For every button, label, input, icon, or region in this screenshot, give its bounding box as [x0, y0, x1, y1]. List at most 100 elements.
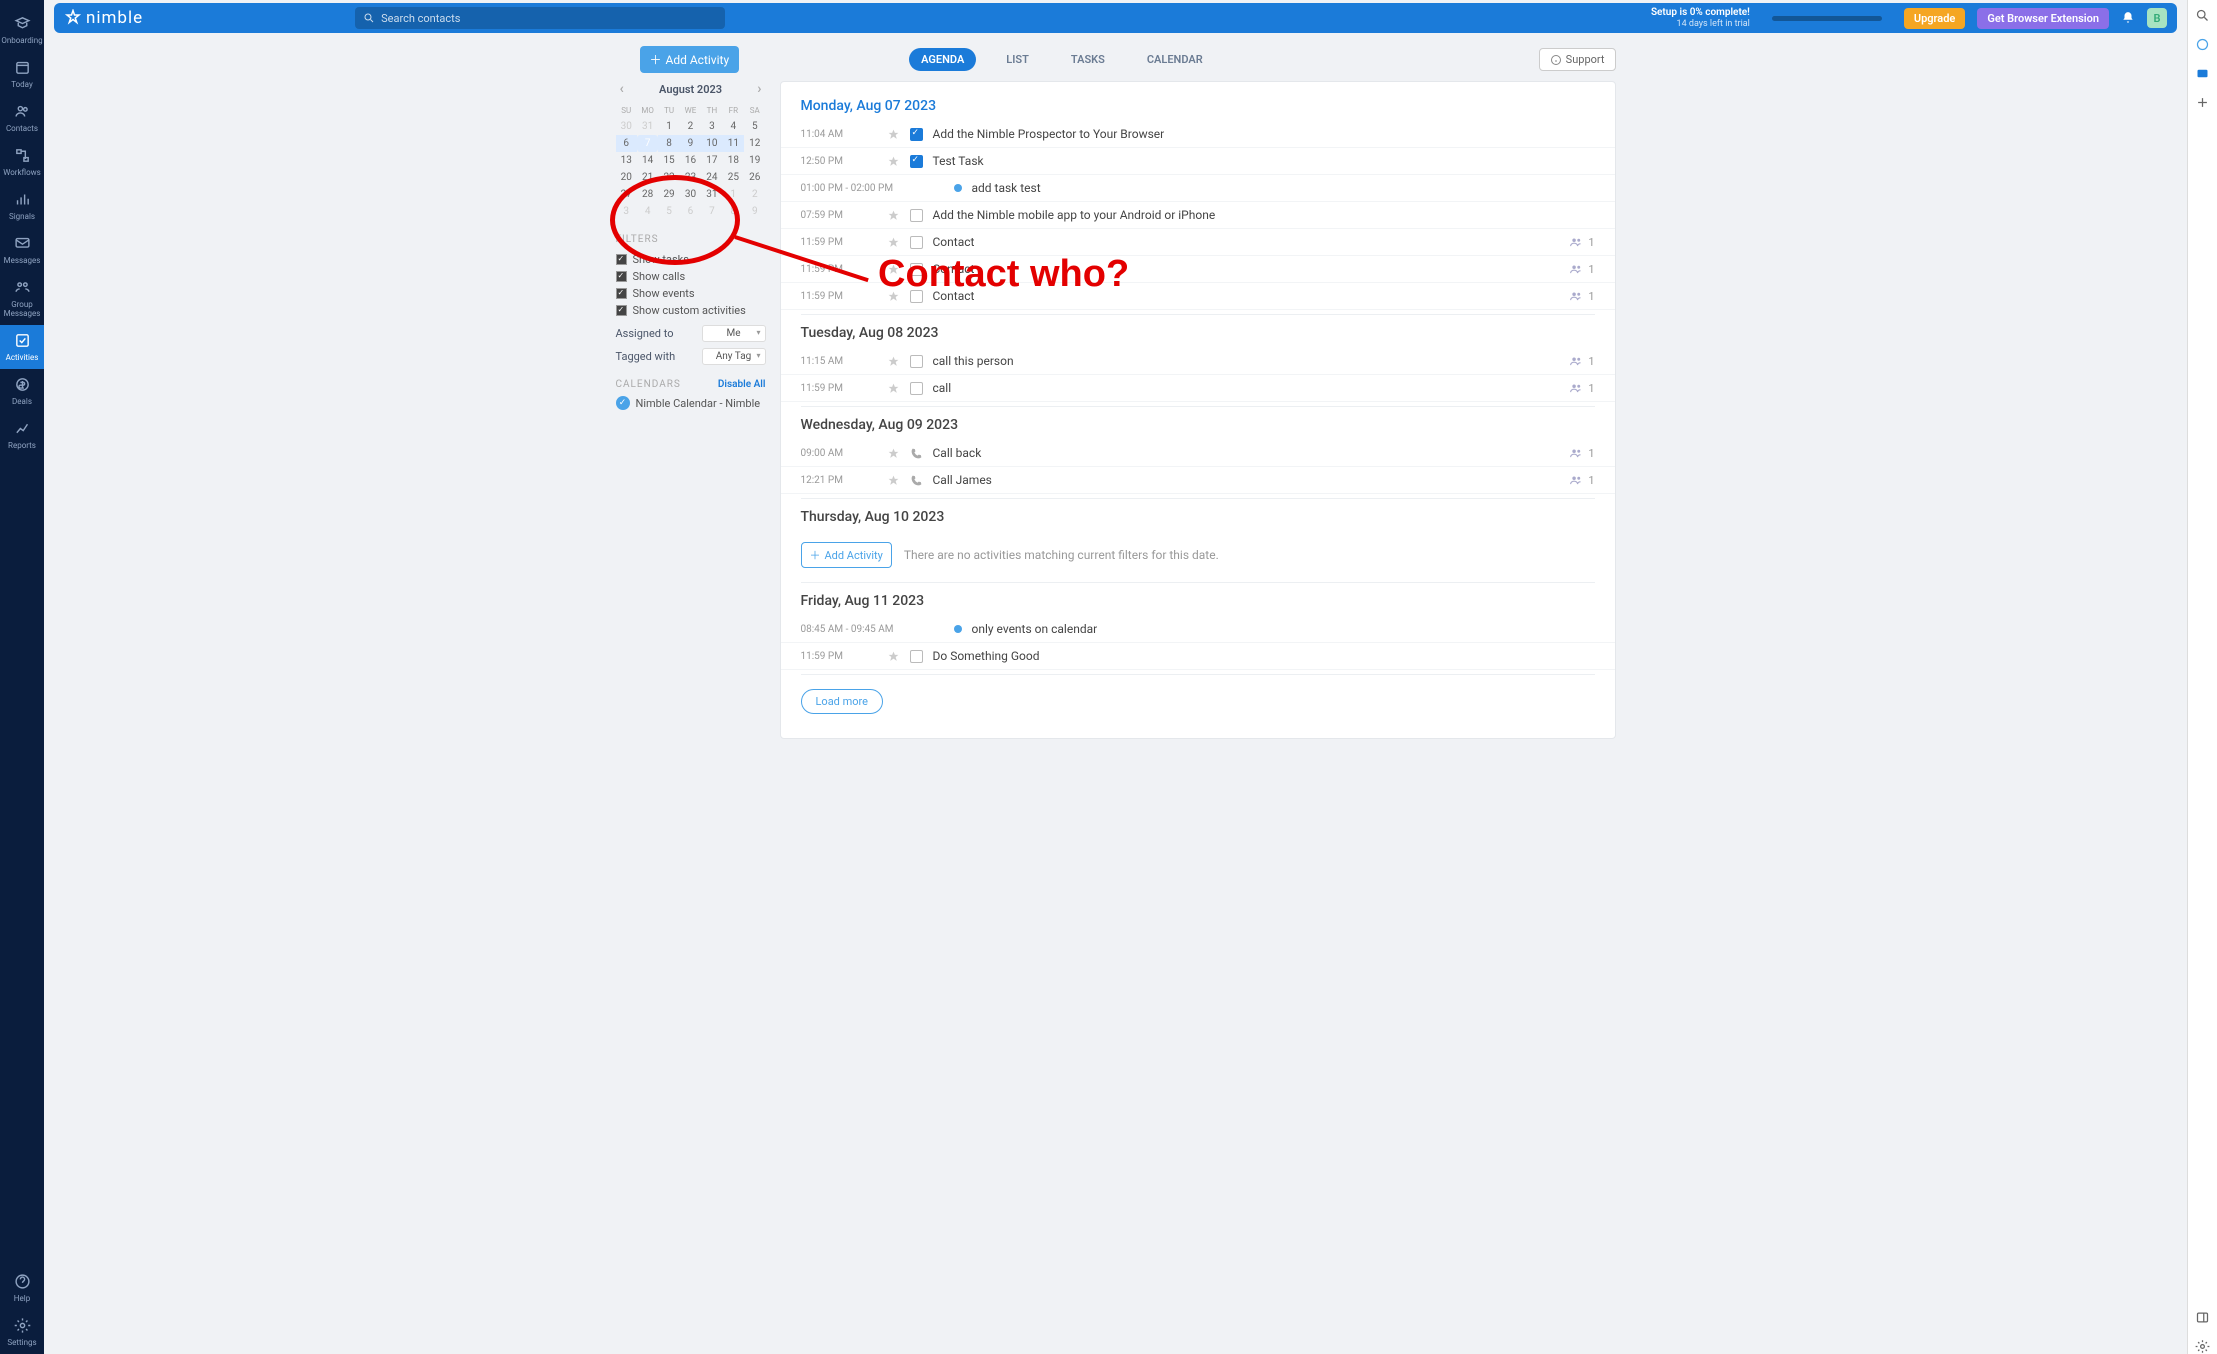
calendar-day[interactable]: 8 — [723, 203, 744, 220]
calendar-day[interactable]: 12 — [744, 135, 765, 152]
activity-row[interactable]: 01:00 PM - 02:00 PMadd task test — [781, 175, 1615, 202]
calendar-day[interactable]: 25 — [723, 169, 744, 186]
calendar-day[interactable]: 6 — [616, 135, 637, 152]
calendar-day[interactable]: 3 — [701, 118, 722, 135]
task-checkbox[interactable] — [910, 263, 923, 276]
task-checkbox[interactable] — [910, 650, 923, 663]
activity-row[interactable]: 11:04 AMAdd the Nimble Prospector to You… — [781, 121, 1615, 148]
star-icon[interactable] — [887, 236, 900, 249]
bell-icon[interactable] — [2121, 11, 2135, 25]
activity-row[interactable]: 11:59 PMcall1 — [781, 375, 1615, 402]
support-button[interactable]: Support — [1539, 48, 1616, 71]
activity-row[interactable]: 11:59 PMContact1 — [781, 283, 1615, 310]
copilot-icon[interactable] — [2195, 37, 2210, 52]
nav-deals[interactable]: Deals — [0, 369, 44, 413]
nav-activities[interactable]: Activities — [0, 325, 44, 369]
calendar-day[interactable]: 29 — [658, 186, 679, 203]
upgrade-button[interactable]: Upgrade — [1904, 8, 1965, 29]
tagged-with-select[interactable]: Any Tag — [702, 348, 766, 365]
avatar[interactable]: B — [2147, 8, 2167, 28]
calendar-day[interactable]: 31 — [637, 118, 658, 135]
calendar-day[interactable]: 1 — [723, 186, 744, 203]
add-activity-inline-button[interactable]: ＋Add Activity — [801, 542, 892, 568]
calendar-day[interactable]: 27 — [616, 186, 637, 203]
next-month-button[interactable]: › — [757, 81, 761, 97]
calendar-day[interactable]: 7 — [637, 135, 658, 152]
search-icon[interactable] — [2195, 8, 2210, 23]
tab-tasks[interactable]: TASKS — [1059, 48, 1117, 71]
calendar-day[interactable]: 4 — [637, 203, 658, 220]
star-icon[interactable] — [887, 128, 900, 141]
calendar-day[interactable]: 5 — [744, 118, 765, 135]
task-checkbox[interactable] — [910, 155, 923, 168]
calendar-day[interactable]: 30 — [616, 118, 637, 135]
gear-icon[interactable] — [2195, 1339, 2210, 1354]
calendar-entry[interactable]: ✓ Nimble Calendar - Nimble — [616, 396, 766, 410]
nav-settings[interactable]: Settings — [0, 1310, 44, 1354]
calendar-day[interactable]: 22 — [658, 169, 679, 186]
plus-icon[interactable] — [2195, 95, 2210, 110]
mini-calendar[interactable]: SUMOTUWETHFRSA30311234567891011121314151… — [616, 103, 766, 220]
panel-icon[interactable] — [2195, 1310, 2210, 1325]
brand-logo[interactable]: nimble — [64, 8, 143, 28]
calendar-day[interactable]: 21 — [637, 169, 658, 186]
calendar-day[interactable]: 13 — [616, 152, 637, 169]
calendar-day[interactable]: 18 — [723, 152, 744, 169]
tab-agenda[interactable]: AGENDA — [909, 48, 976, 71]
nav-help[interactable]: Help — [0, 1266, 44, 1310]
calendar-day[interactable]: 1 — [658, 118, 679, 135]
activity-row[interactable]: 11:59 PMDo Something Good — [781, 643, 1615, 670]
activity-row[interactable]: 11:15 AMcall this person1 — [781, 348, 1615, 375]
task-checkbox[interactable] — [910, 209, 923, 222]
calendar-day[interactable]: 6 — [680, 203, 701, 220]
search-input[interactable]: Search contacts — [355, 7, 725, 29]
filter-show-events[interactable]: Show events — [616, 285, 766, 302]
nav-messages[interactable]: Messages — [0, 228, 44, 272]
star-icon[interactable] — [887, 382, 900, 395]
calendar-day[interactable]: 20 — [616, 169, 637, 186]
calendar-day[interactable]: 4 — [723, 118, 744, 135]
calendar-day[interactable]: 19 — [744, 152, 765, 169]
task-checkbox[interactable] — [910, 355, 923, 368]
calendar-day[interactable]: 5 — [658, 203, 679, 220]
activity-row[interactable]: 07:59 PMAdd the Nimble mobile app to you… — [781, 202, 1615, 229]
calendar-day[interactable]: 10 — [701, 135, 722, 152]
nav-reports[interactable]: Reports — [0, 413, 44, 457]
nav-group-messages[interactable]: Group Messages — [0, 272, 44, 325]
assigned-to-select[interactable]: Me — [702, 325, 766, 342]
star-icon[interactable] — [887, 355, 900, 368]
task-checkbox[interactable] — [910, 236, 923, 249]
activity-row[interactable]: 09:00 AMCall back1 — [781, 440, 1615, 467]
calendar-day[interactable]: 28 — [637, 186, 658, 203]
star-icon[interactable] — [887, 155, 900, 168]
star-icon[interactable] — [887, 263, 900, 276]
calendar-day[interactable]: 31 — [701, 186, 722, 203]
nav-contacts[interactable]: Contacts — [0, 96, 44, 140]
calendar-day[interactable]: 23 — [680, 169, 701, 186]
calendar-day[interactable]: 9 — [680, 135, 701, 152]
star-icon[interactable] — [887, 474, 900, 487]
calendar-day[interactable]: 15 — [658, 152, 679, 169]
disable-all-link[interactable]: Disable All — [718, 379, 766, 390]
filter-show-custom-activities[interactable]: Show custom activities — [616, 302, 766, 319]
calendar-day[interactable]: 2 — [744, 186, 765, 203]
calendar-day[interactable]: 24 — [701, 169, 722, 186]
load-more-button[interactable]: Load more — [801, 689, 884, 714]
task-checkbox[interactable] — [910, 128, 923, 141]
star-icon[interactable] — [887, 209, 900, 222]
activity-row[interactable]: 12:21 PMCall James1 — [781, 467, 1615, 494]
filter-show-calls[interactable]: Show calls — [616, 268, 766, 285]
calendar-day[interactable]: 16 — [680, 152, 701, 169]
tab-list[interactable]: LIST — [994, 48, 1041, 71]
activity-row[interactable]: 11:59 PMContact1 — [781, 256, 1615, 283]
nav-today[interactable]: Today — [0, 52, 44, 96]
activity-row[interactable]: 11:59 PMContact1 — [781, 229, 1615, 256]
star-icon[interactable] — [887, 447, 900, 460]
calendar-day[interactable]: 3 — [616, 203, 637, 220]
prev-month-button[interactable]: ‹ — [620, 81, 624, 97]
outlook-icon[interactable] — [2195, 66, 2210, 81]
nav-onboarding[interactable]: Onboarding — [0, 8, 44, 52]
activity-row[interactable]: 08:45 AM - 09:45 AMonly events on calend… — [781, 616, 1615, 643]
nav-signals[interactable]: Signals — [0, 184, 44, 228]
calendar-day[interactable]: 26 — [744, 169, 765, 186]
